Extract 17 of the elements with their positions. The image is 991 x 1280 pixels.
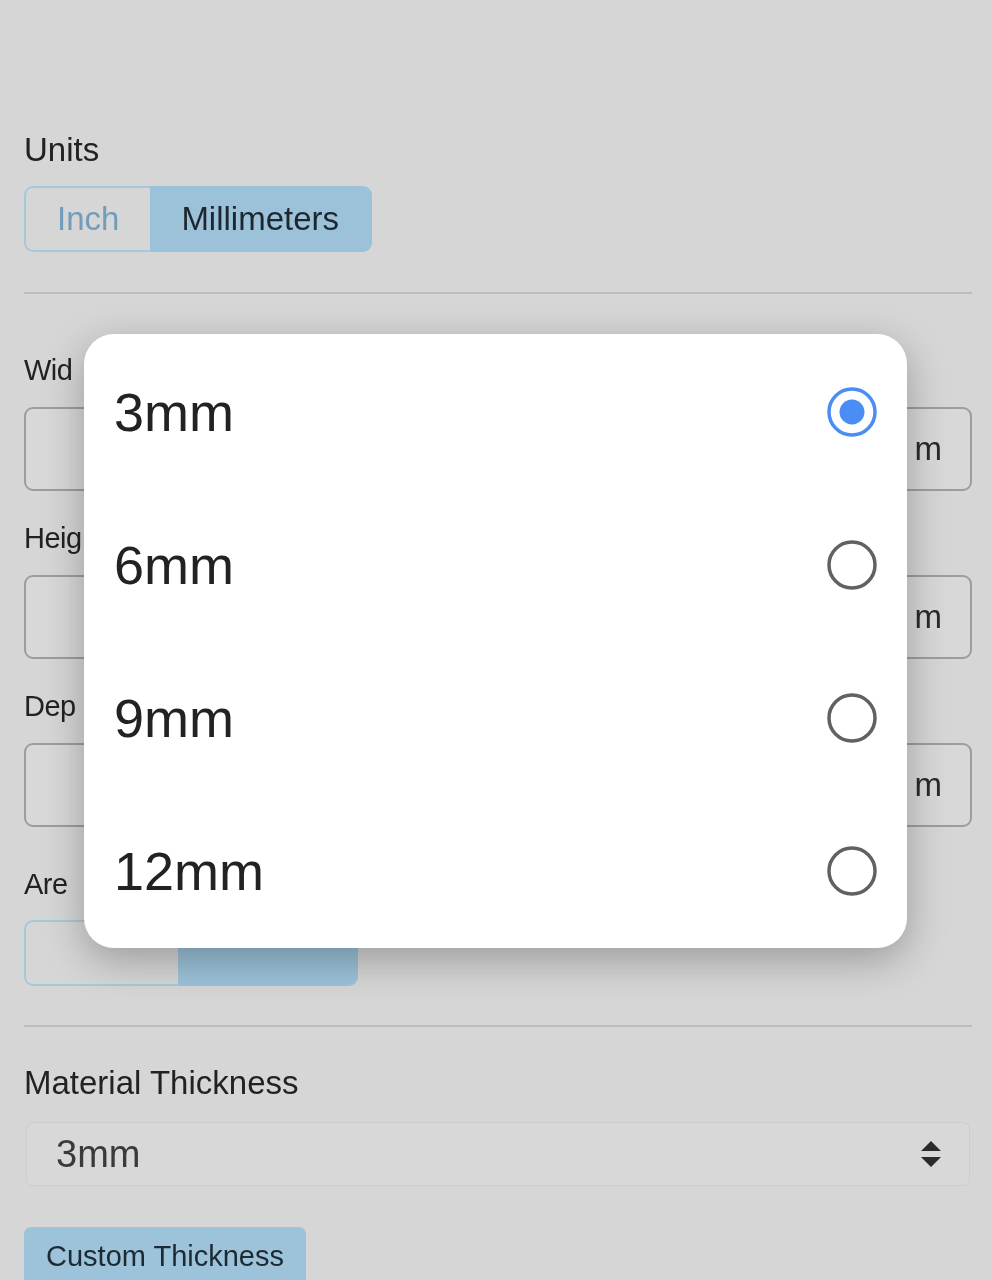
field-label: Units [24, 131, 100, 169]
thickness-option[interactable]: 9mm [84, 641, 907, 794]
field-label: Heig [24, 521, 82, 556]
field-label: Material Thickness [24, 1064, 299, 1102]
up-down-arrows-icon [921, 1141, 941, 1167]
thickness-option[interactable]: 12mm [84, 794, 907, 947]
toggle-option[interactable]: Millimeters [150, 186, 373, 252]
unit-suffix: m [914, 598, 942, 636]
thickness-option[interactable]: 6mm [84, 488, 907, 641]
custom-thickness-button[interactable]: Custom Thickness [24, 1227, 306, 1280]
unit-suffix: m [914, 766, 942, 804]
field-label: Dep [24, 689, 76, 724]
unit-suffix: m [914, 430, 942, 468]
field-label: Are [24, 867, 68, 902]
field-label: Wid [24, 353, 73, 388]
select-field[interactable]: 3mm [26, 1122, 970, 1186]
thickness-option[interactable]: 3mm [84, 335, 907, 488]
